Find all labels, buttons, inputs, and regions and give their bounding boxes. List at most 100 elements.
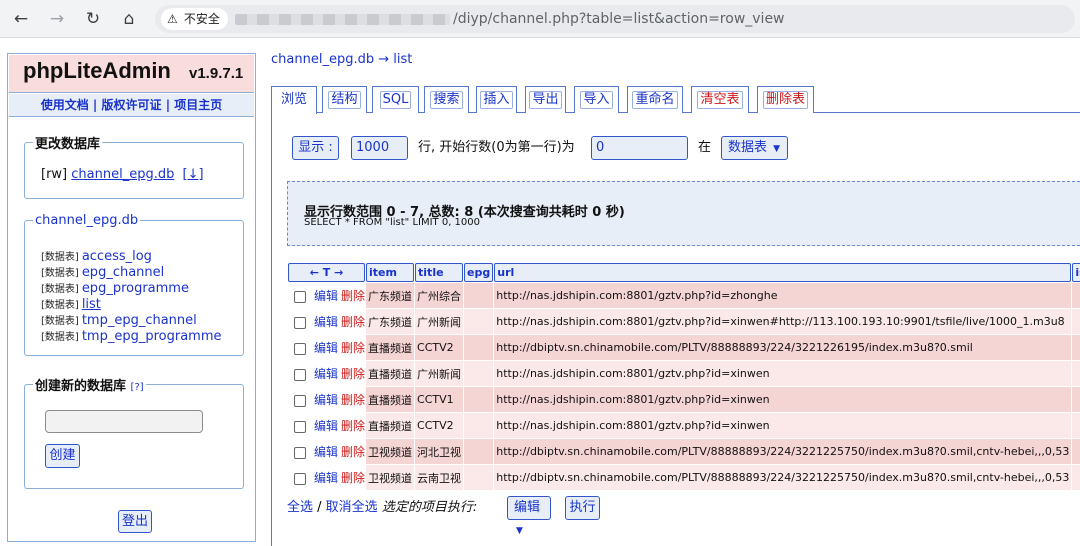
selected-items-label: 选定的项目执行: (381, 500, 478, 515)
row-checkbox[interactable] (294, 447, 306, 459)
new-db-input[interactable] (45, 410, 203, 433)
insecure-badge[interactable]: ⚠ 不安全 (161, 8, 228, 30)
row-checkbox[interactable] (294, 369, 306, 381)
cell-url: http://dbiptv.sn.chinamobile.com/PLTV/88… (494, 465, 1072, 490)
execute-button[interactable]: 执行 (565, 496, 600, 520)
cell-item: 卫视频道 (366, 439, 415, 464)
edit-link[interactable]: 编辑 (314, 315, 338, 329)
table-list: [数据表] access_log [数据表] epg_channel [数据表] ep… (41, 245, 222, 344)
db-tables-legend[interactable]: channel_epg.db (33, 213, 140, 228)
help-link[interactable]: [?] (131, 382, 144, 393)
row-checkbox[interactable] (294, 395, 306, 407)
delete-link[interactable]: 删除 (341, 419, 365, 433)
logout-button[interactable]: 登出 (118, 510, 152, 533)
cell-epg (464, 361, 494, 386)
column-header-isdel[interactable]: isdel (1072, 263, 1080, 282)
rows-count-input[interactable]: 1000 (351, 136, 408, 160)
address-bar[interactable]: ⚠ 不安全 /diyp/channel.php?table=list&actio… (155, 5, 1075, 33)
separator: / (313, 500, 326, 515)
tab-label: 删除表 (762, 91, 808, 109)
tab-insert[interactable]: 插入 (476, 86, 517, 113)
new-db-legend: 创建新的数据库 [?] (33, 375, 146, 394)
create-db-button[interactable]: 创建 (45, 444, 80, 468)
edit-link[interactable]: 编辑 (314, 289, 338, 303)
column-header-url[interactable]: url (494, 263, 1072, 282)
edit-link[interactable]: 编辑 (314, 445, 338, 459)
chevron-down-icon: ▼ (516, 526, 523, 536)
tab-structure[interactable]: 结构 (322, 86, 367, 113)
deselect-all-link[interactable]: 取消全选 (326, 500, 378, 515)
tab-label: 搜索 (430, 91, 463, 109)
logo[interactable]: phpLiteAdmin v1.9.7.1 (9, 55, 254, 93)
tab-import[interactable]: 导入 (574, 86, 619, 113)
project-home-link[interactable]: 项目主页 (174, 98, 222, 112)
delete-link[interactable]: 删除 (341, 289, 365, 303)
edit-link[interactable]: 编辑 (314, 341, 338, 355)
cell-isdel: 120 (1072, 335, 1080, 360)
delete-link[interactable]: 删除 (341, 341, 365, 355)
reload-icon[interactable]: ↻ (80, 6, 106, 32)
delete-link[interactable]: 删除 (341, 393, 365, 407)
select-all-link[interactable]: 全选 (287, 500, 313, 515)
delete-link[interactable]: 删除 (341, 471, 365, 485)
docs-link[interactable]: 使用文档 (41, 98, 89, 112)
download-db-link[interactable]: [↓] (183, 167, 204, 182)
show-button[interactable]: 显示 : (292, 136, 339, 160)
start-row-input[interactable]: 0 (591, 136, 688, 160)
column-header-epg[interactable]: epg (464, 263, 494, 282)
edit-link[interactable]: 编辑 (314, 419, 338, 433)
cell-item: 卫视频道 (366, 465, 415, 490)
tab-sql[interactable]: SQL (372, 86, 419, 113)
cell-title: CCTV2 (415, 413, 464, 438)
cell-epg (464, 413, 494, 438)
license-link[interactable]: 版权许可证 (101, 98, 161, 112)
cell-epg (464, 309, 494, 334)
table-link[interactable]: tmp_epg_programme (82, 329, 222, 344)
view-select-value: 数据表 (728, 140, 768, 155)
table-row: 编辑 删除 直播频道 CCTV1 http://nas.jdshipin.com:880… (288, 387, 1080, 412)
row-checkbox[interactable] (294, 343, 306, 355)
back-arrow-icon[interactable]: ← (8, 6, 34, 32)
cell-epg (464, 283, 494, 308)
row-checkbox[interactable] (294, 291, 306, 303)
cell-isdel: 100 (1072, 413, 1080, 438)
forward-arrow-icon[interactable]: → (44, 6, 70, 32)
cell-epg (464, 439, 494, 464)
breadcrumb[interactable]: channel_epg.db → list (271, 52, 412, 67)
tab-drop-table[interactable]: 删除表 (757, 86, 814, 113)
data-table: ← T → item title epg url isdel 编辑删除广东频道广… (287, 262, 1080, 491)
cell-url: http://dbiptv.sn.chinamobile.com/PLTV/88… (494, 335, 1072, 360)
tab-browse[interactable]: 浏览 (271, 86, 317, 114)
row-checkbox[interactable] (294, 421, 306, 433)
column-header-title[interactable]: title (415, 263, 464, 282)
delete-link[interactable]: 删除 (341, 315, 365, 329)
cell-title: 广州新闻 (415, 309, 464, 334)
edit-link[interactable]: 编辑 (314, 471, 338, 485)
url-path: /diyp/channel.php?table=list&action=row_… (453, 11, 785, 27)
view-select[interactable]: 数据表 ▼ (721, 136, 788, 160)
tab-export[interactable]: 导出 (525, 86, 566, 113)
cell-epg (464, 335, 494, 360)
tab-rename[interactable]: 重命名 (627, 86, 683, 113)
edit-link[interactable]: 编辑 (314, 367, 338, 381)
cell-title: 河北卫视 (415, 439, 464, 464)
cell-url: http://nas.jdshipin.com:8801/gztv.php?id… (494, 309, 1072, 334)
new-db-legend-text: 创建新的数据库 (35, 379, 127, 394)
row-checkbox[interactable] (294, 473, 306, 485)
tab-search[interactable]: 搜索 (424, 86, 469, 113)
row-actions: 编辑 删除 (288, 387, 366, 412)
table-row: 编辑 删除 直播频道 CCTV2 http://nas.jdshipin.com:880… (288, 413, 1080, 438)
table-row: 编辑 删除 卫视频道 河北卫视 http://dbiptv.sn.chinamobile… (288, 439, 1080, 464)
tab-empty-table[interactable]: 清空表 (691, 86, 749, 113)
tab-label: 结构 (328, 91, 361, 109)
delete-link[interactable]: 删除 (341, 367, 365, 381)
db-name-link[interactable]: channel_epg.db (71, 167, 174, 182)
home-icon[interactable]: ⌂ (116, 6, 142, 32)
column-header-item[interactable]: item (366, 263, 415, 282)
row-actions: 编辑 删除 (288, 283, 366, 308)
column-header-toggle[interactable]: ← T → (288, 263, 366, 282)
delete-link[interactable]: 删除 (341, 445, 365, 459)
edit-link[interactable]: 编辑 (314, 393, 338, 407)
bulk-action-select[interactable]: 编辑 ▼ (507, 496, 551, 536)
row-checkbox[interactable] (294, 317, 306, 329)
